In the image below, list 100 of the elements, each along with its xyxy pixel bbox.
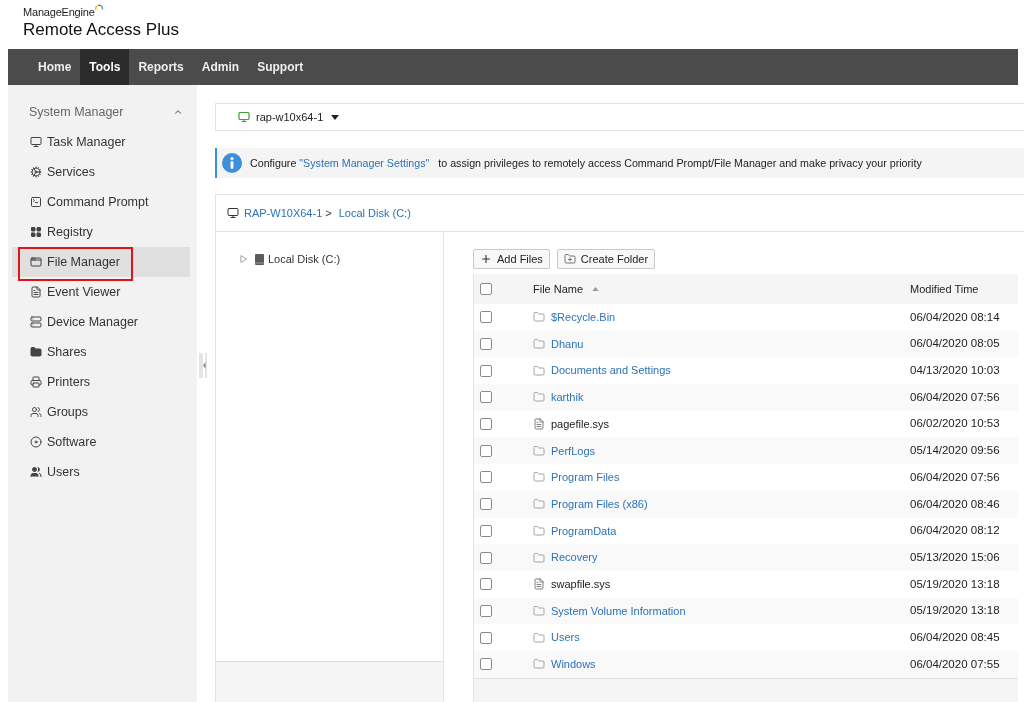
modified-time: 06/04/2020 07:55 bbox=[910, 656, 1000, 672]
folder-link[interactable]: Dhanu bbox=[551, 335, 584, 353]
disc-icon bbox=[30, 436, 42, 448]
folder-link[interactable]: Windows bbox=[551, 656, 596, 673]
settings-link[interactable]: "System Manager Settings" bbox=[299, 156, 430, 169]
sidebar-item[interactable]: Command Prompt bbox=[12, 187, 190, 217]
folder-icon bbox=[533, 391, 545, 404]
server-icon bbox=[30, 316, 42, 328]
grid-icon bbox=[30, 226, 42, 238]
folder-icon bbox=[533, 498, 545, 511]
folder-link[interactable]: Program Files (x86) bbox=[551, 495, 648, 513]
checkbox[interactable] bbox=[480, 604, 492, 617]
monitor-icon bbox=[238, 111, 250, 123]
sidebar-item[interactable]: Groups bbox=[12, 397, 190, 427]
folder-icon bbox=[533, 604, 545, 617]
info-message: Configure "System Manager Settings" to assign privileges to remotely access Command Prompt/File Manager and make privacy your priority bbox=[250, 155, 922, 171]
checkbox[interactable] bbox=[480, 418, 492, 431]
sidebar-item[interactable]: Users bbox=[12, 457, 190, 487]
tree-node[interactable]: Local Disk (C:) bbox=[255, 250, 341, 268]
modified-time: 06/04/2020 08:45 bbox=[910, 629, 1000, 645]
sidebar-item[interactable]: Software bbox=[12, 427, 190, 457]
modified-time: 06/04/2020 07:56 bbox=[910, 469, 1000, 485]
folder-icon bbox=[533, 311, 545, 324]
checkbox[interactable] bbox=[480, 391, 492, 404]
folder-icon bbox=[533, 444, 545, 457]
modified-time: 05/19/2020 13:18 bbox=[910, 603, 1000, 619]
column-header[interactable]: File Name bbox=[533, 280, 584, 298]
modified-time: 05/13/2020 15:06 bbox=[910, 549, 1000, 565]
modified-time: 06/02/2020 10:53 bbox=[910, 416, 1000, 432]
nav-tab[interactable]: Tools bbox=[80, 49, 130, 85]
drive-icon bbox=[255, 253, 264, 265]
people-icon bbox=[30, 406, 42, 418]
sidebar-item[interactable]: Shares bbox=[12, 337, 190, 367]
sidebar-item[interactable]: Event Viewer bbox=[12, 277, 190, 307]
nav-tab[interactable]: Admin bbox=[192, 49, 249, 85]
document-icon bbox=[30, 286, 42, 298]
folder-link[interactable]: $Recycle.Bin bbox=[551, 309, 616, 326]
modified-time: 06/04/2020 08:05 bbox=[910, 336, 1000, 352]
folder-link[interactable]: karthik bbox=[551, 389, 584, 406]
modified-time: 06/04/2020 08:46 bbox=[910, 496, 1000, 512]
caret-icon bbox=[331, 114, 340, 120]
checkbox[interactable] bbox=[480, 658, 492, 671]
checkbox[interactable] bbox=[480, 364, 492, 377]
folder-link[interactable]: PerfLogs bbox=[551, 442, 596, 460]
document-icon bbox=[533, 418, 545, 431]
modified-time: 06/04/2020 08:14 bbox=[910, 309, 1000, 325]
checkbox[interactable] bbox=[480, 578, 492, 591]
folder-link[interactable]: System Volume Information bbox=[551, 602, 686, 620]
sidebar-item[interactable]: Task Manager bbox=[12, 127, 190, 157]
terminal-icon bbox=[30, 196, 42, 208]
nav-tab[interactable]: Support bbox=[248, 49, 313, 85]
breadcrumb-link[interactable]: Local Disk (C:) bbox=[338, 204, 411, 222]
file-name: pagefile.sys bbox=[551, 416, 610, 432]
chevron-up-icon bbox=[173, 107, 183, 117]
brand-name: ManageEngine bbox=[23, 6, 95, 19]
folder-link[interactable]: Documents and Settings bbox=[551, 362, 671, 379]
folder-icon bbox=[533, 631, 545, 644]
folder-icon bbox=[533, 524, 545, 537]
product-name: Remote Access Plus bbox=[23, 19, 179, 41]
breadcrumb-link[interactable]: RAP-W10X64-1 bbox=[244, 204, 323, 222]
checkbox[interactable] bbox=[480, 338, 492, 351]
window-icon bbox=[30, 256, 42, 268]
sidebar-item[interactable]: Device Manager bbox=[12, 307, 190, 337]
file-name: swapfile.sys bbox=[551, 576, 611, 592]
column-header[interactable]: Modified Time bbox=[910, 280, 979, 298]
checkbox[interactable] bbox=[480, 283, 492, 295]
folder-link[interactable]: Users bbox=[551, 629, 580, 646]
folder-link[interactable]: ProgramData bbox=[551, 522, 617, 540]
nav-tab[interactable]: Home bbox=[29, 49, 81, 85]
logo-arc-icon bbox=[94, 4, 103, 11]
sidebar-item[interactable]: Services bbox=[12, 157, 190, 187]
checkbox[interactable] bbox=[480, 311, 492, 324]
checkbox[interactable] bbox=[480, 471, 492, 484]
toolbar-button[interactable]: Create Folder bbox=[556, 249, 656, 269]
nav-tab[interactable]: Reports bbox=[129, 49, 193, 85]
sidebar-item[interactable]: Registry bbox=[12, 217, 190, 247]
checkbox[interactable] bbox=[480, 631, 492, 644]
breadcrumb-separator: > bbox=[325, 205, 332, 221]
monitor-icon bbox=[227, 207, 239, 219]
folder-link[interactable]: Recovery bbox=[551, 549, 598, 566]
expand-triangle-icon[interactable] bbox=[240, 255, 247, 263]
folder-plus-icon bbox=[563, 253, 576, 265]
folder-icon bbox=[533, 471, 545, 484]
checkbox[interactable] bbox=[480, 551, 492, 564]
sidebar-item[interactable]: Printers bbox=[12, 367, 190, 397]
folder-icon bbox=[533, 364, 545, 377]
modified-time: 05/14/2020 09:56 bbox=[910, 443, 1000, 459]
checkbox[interactable] bbox=[480, 444, 492, 457]
folder-link[interactable]: Program Files bbox=[551, 469, 620, 486]
folder-icon bbox=[533, 338, 545, 351]
folder-icon bbox=[533, 551, 545, 564]
sidebar-item[interactable]: File Manager bbox=[12, 247, 190, 277]
checkbox[interactable] bbox=[480, 524, 492, 537]
toolbar-button[interactable]: Add Files bbox=[473, 249, 550, 269]
checkbox[interactable] bbox=[480, 498, 492, 511]
device-selector[interactable]: rap-w10x64-1 bbox=[238, 108, 340, 126]
collapse-handle[interactable] bbox=[199, 353, 207, 378]
section-toggle[interactable]: System Manager bbox=[8, 97, 197, 127]
modified-time: 06/04/2020 08:12 bbox=[910, 523, 1000, 539]
modified-time: 05/19/2020 13:18 bbox=[910, 576, 1000, 592]
